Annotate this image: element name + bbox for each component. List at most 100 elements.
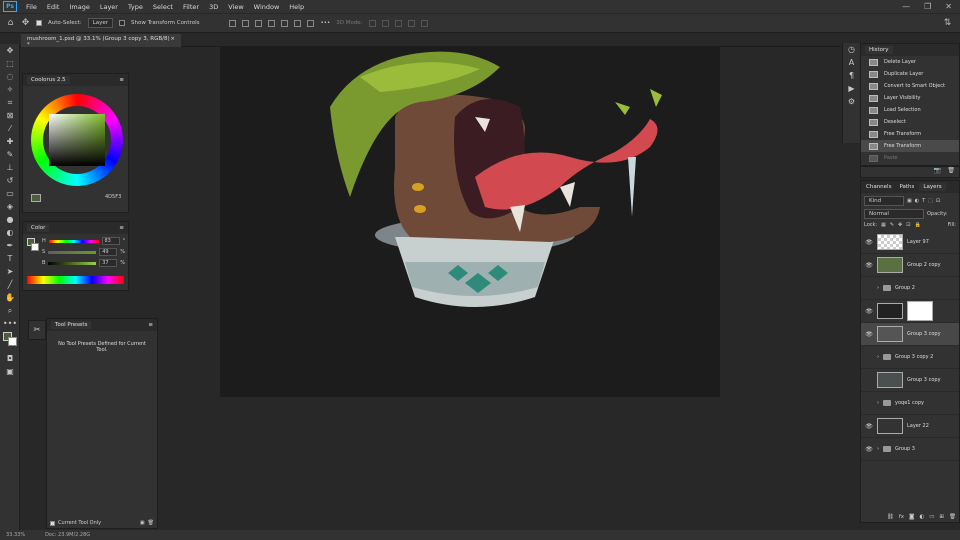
layer-row[interactable]: 👁 Layer 22 (861, 415, 959, 438)
menu-image[interactable]: Image (64, 3, 94, 11)
visibility-eye-icon[interactable]: 👁 (865, 446, 873, 453)
filter-shape-icon[interactable]: ⬚ (928, 198, 933, 204)
zoom-tool-icon[interactable]: ⌕ (0, 304, 20, 317)
hue-value[interactable]: 83 (101, 237, 120, 245)
history-item[interactable]: Paste (861, 152, 959, 164)
clone-stamp-tool-icon[interactable]: ⊥ (0, 161, 20, 174)
hex-value[interactable]: 4D5F3 (105, 194, 121, 200)
menu-type[interactable]: Type (123, 3, 148, 11)
layer-group-row[interactable]: › Group 2 (861, 277, 959, 300)
menu-window[interactable]: Window (249, 3, 285, 11)
history-item[interactable]: Convert to Smart Object (861, 80, 959, 92)
history-brush-tool-icon[interactable]: ↺ (0, 174, 20, 187)
path-selection-tool-icon[interactable]: ➤ (0, 265, 20, 278)
hand-tool-icon[interactable]: ✋ (0, 291, 20, 304)
layer-row-selected[interactable]: 👁 Group 3 copy (861, 323, 959, 346)
3d-pan-icon[interactable] (394, 19, 402, 27)
menu-help[interactable]: Help (284, 3, 309, 11)
saturation-brightness-square[interactable] (49, 114, 105, 166)
new-group-icon[interactable]: ▭ (929, 514, 934, 520)
properties-panel-icon[interactable]: ⚙ (843, 95, 860, 108)
delete-state-icon[interactable]: 🗑 (947, 167, 955, 177)
layer-kind-dropdown[interactable]: Kind (864, 196, 904, 206)
brightness-slider[interactable] (48, 261, 97, 265)
dodge-tool-icon[interactable]: ◐ (0, 226, 20, 239)
lasso-tool-icon[interactable]: ◌ (0, 70, 20, 83)
lock-artboard-icon[interactable]: ⊡ (906, 222, 910, 228)
layer-mask-thumbnail[interactable] (907, 301, 933, 321)
menu-3d[interactable]: 3D (204, 3, 223, 11)
history-item[interactable]: Delete Layer (861, 56, 959, 68)
lock-position-icon[interactable]: ✥ (898, 222, 902, 228)
3d-roll-icon[interactable] (381, 19, 389, 27)
history-panel-icon[interactable]: ◷ (843, 43, 860, 56)
artboard[interactable] (220, 47, 720, 397)
eraser-tool-icon[interactable]: ▭ (0, 187, 20, 200)
pen-tool-icon[interactable]: ✒ (0, 239, 20, 252)
crop-tool-icon[interactable]: ⌗ (0, 96, 20, 109)
workspace-icon[interactable]: ⇅ (943, 18, 952, 28)
background-color-swatch[interactable] (8, 337, 17, 346)
history-item[interactable]: Load Selection (861, 104, 959, 116)
foreground-background-color[interactable] (0, 330, 20, 352)
close-window-button[interactable]: ✕ (945, 2, 952, 11)
snapshot-icon[interactable]: 📷 (934, 167, 941, 177)
3d-slide-icon[interactable] (407, 19, 415, 27)
history-item[interactable]: Duplicate Layer (861, 68, 959, 80)
new-layer-icon[interactable]: ⊞ (939, 514, 944, 520)
color-wheel-area[interactable]: 4D5F3 (23, 86, 128, 211)
screen-mode-icon[interactable]: ▣ (0, 365, 20, 378)
maximize-button[interactable]: ❐ (924, 2, 931, 11)
menu-file[interactable]: File (21, 3, 42, 11)
home-icon[interactable]: ⌂ (6, 18, 15, 28)
layer-row[interactable]: 👁 (861, 300, 959, 323)
type-tool-icon[interactable]: T (0, 252, 20, 265)
visibility-eye-icon[interactable]: 👁 (865, 423, 873, 430)
filter-type-icon[interactable]: T (922, 198, 925, 204)
edit-toolbar-icon[interactable]: ••• (0, 317, 20, 330)
tab-paths[interactable]: Paths (896, 183, 917, 191)
visibility-eye-icon[interactable]: 👁 (865, 331, 873, 338)
link-layers-icon[interactable]: ⛓ (887, 514, 894, 520)
menu-filter[interactable]: Filter (178, 3, 204, 11)
layer-group-row[interactable]: › yoqe1 copy (861, 392, 959, 415)
hue-slider[interactable] (48, 239, 99, 243)
chevron-right-icon[interactable]: › (877, 446, 879, 452)
delete-layer-icon[interactable]: 🗑 (949, 514, 956, 520)
menu-edit[interactable]: Edit (42, 3, 65, 11)
more-options-icon[interactable]: ••• (320, 20, 330, 26)
lock-pixels-icon[interactable]: ✎ (890, 222, 894, 228)
panel-menu-icon[interactable]: ≡ (148, 322, 153, 328)
hue-slider-row[interactable]: H 83 ° (42, 237, 125, 245)
saturation-value[interactable]: 49 (99, 248, 118, 256)
paragraph-panel-icon[interactable]: ¶ (843, 69, 860, 82)
show-transform-checkbox[interactable] (119, 20, 126, 26)
filter-smart-object-icon[interactable]: ⊡ (936, 198, 940, 204)
actions-play-icon[interactable]: ▶ (843, 82, 860, 95)
3d-orbit-icon[interactable] (368, 19, 376, 27)
chevron-right-icon[interactable]: › (877, 400, 879, 406)
panel-menu-icon[interactable]: ≡ (119, 225, 124, 231)
spectrum-bar[interactable] (27, 276, 124, 284)
menu-layer[interactable]: Layer (95, 3, 123, 11)
layer-group-row[interactable]: › Group 3 copy 2 (861, 346, 959, 369)
quick-mask-icon[interactable]: ◘ (0, 352, 20, 365)
auto-select-dropdown[interactable]: Layer (87, 18, 114, 28)
history-item[interactable]: Layer Visibility (861, 92, 959, 104)
character-panel-icon[interactable]: A (843, 56, 860, 69)
saturation-slider-row[interactable]: S 49 % (42, 248, 125, 256)
layer-style-icon[interactable]: fx (899, 514, 904, 520)
zoom-level[interactable]: 33.33% (6, 532, 25, 538)
chevron-right-icon[interactable]: › (877, 285, 879, 291)
paint-bucket-tool-icon[interactable]: ◈ (0, 200, 20, 213)
tool-presets-collapsed-icon[interactable]: ✂ (28, 320, 46, 340)
tab-layers[interactable]: Layers (919, 183, 946, 191)
align-center-icon[interactable] (242, 19, 250, 27)
shape-tool-icon[interactable]: ╱ (0, 278, 20, 291)
layer-group-row[interactable]: 👁 › Group 3 (861, 438, 959, 461)
lock-all-icon[interactable]: 🔒 (914, 222, 920, 228)
blur-tool-icon[interactable]: ● (0, 213, 20, 226)
chevron-right-icon[interactable]: › (877, 354, 879, 360)
align-left-icon[interactable] (229, 19, 237, 27)
history-item-active[interactable]: Free Transform (861, 140, 959, 152)
